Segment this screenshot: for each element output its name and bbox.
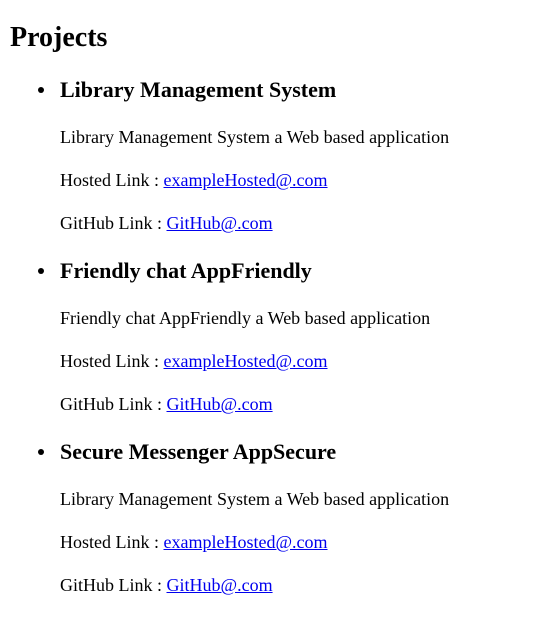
project-list: Library Management System Library Manage… <box>10 72 544 597</box>
hosted-link-row: Hosted Link : exampleHosted@.com <box>60 530 544 554</box>
project-item: Friendly chat AppFriendly Friendly chat … <box>38 253 544 416</box>
project-title: Library Management System <box>60 77 337 102</box>
github-link-row: GitHub Link : GitHub@.com <box>60 211 544 235</box>
hosted-link-row: Hosted Link : exampleHosted@.com <box>60 168 544 192</box>
project-title: Friendly chat AppFriendly <box>60 258 312 283</box>
project-description: Friendly chat AppFriendly a Web based ap… <box>60 308 431 328</box>
github-link[interactable]: GitHub@.com <box>167 213 273 233</box>
project-description: Library Management System a Web based ap… <box>60 489 450 509</box>
hosted-link[interactable]: exampleHosted@.com <box>164 532 328 552</box>
hosted-link-label: Hosted Link : <box>60 170 164 190</box>
github-link-row: GitHub Link : GitHub@.com <box>60 392 544 416</box>
project-item: Secure Messenger AppSecure Library Manag… <box>38 434 544 597</box>
github-link[interactable]: GitHub@.com <box>167 575 273 595</box>
project-item: Library Management System Library Manage… <box>38 72 544 235</box>
hosted-link-label: Hosted Link : <box>60 351 164 371</box>
project-title: Secure Messenger AppSecure <box>60 439 337 464</box>
hosted-link-label: Hosted Link : <box>60 532 164 552</box>
github-link-row: GitHub Link : GitHub@.com <box>60 573 544 597</box>
github-link[interactable]: GitHub@.com <box>167 394 273 414</box>
bullet-icon <box>38 449 44 455</box>
github-link-label: GitHub Link : <box>60 213 167 233</box>
hosted-link[interactable]: exampleHosted@.com <box>164 170 328 190</box>
hosted-link-row: Hosted Link : exampleHosted@.com <box>60 349 544 373</box>
github-link-label: GitHub Link : <box>60 394 167 414</box>
projects-page: Projects Library Management System Libra… <box>0 0 544 620</box>
bullet-icon <box>38 87 44 93</box>
hosted-link[interactable]: exampleHosted@.com <box>164 351 328 371</box>
bullet-icon <box>38 268 44 274</box>
page-title: Projects <box>10 22 108 53</box>
github-link-label: GitHub Link : <box>60 575 167 595</box>
project-description: Library Management System a Web based ap… <box>60 127 450 147</box>
